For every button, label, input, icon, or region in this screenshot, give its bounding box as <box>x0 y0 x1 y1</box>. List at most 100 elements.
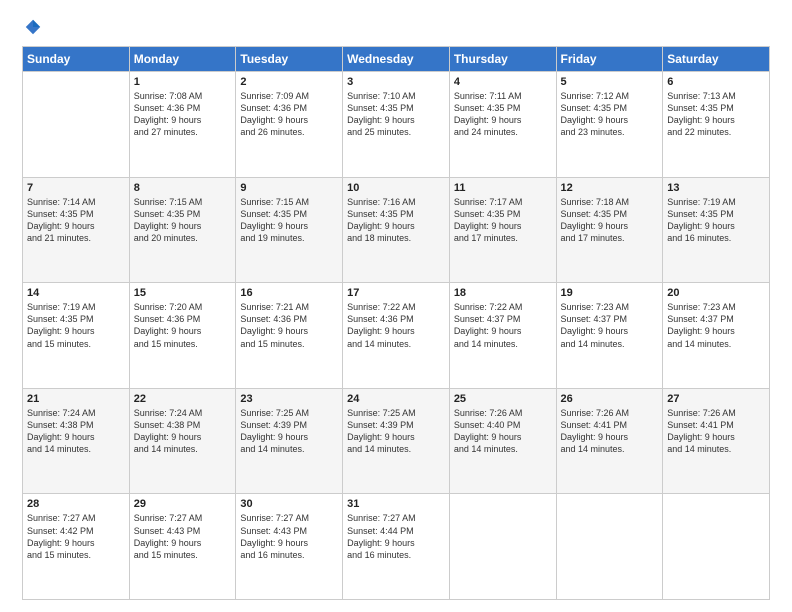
cell-info: Sunrise: 7:11 AMSunset: 4:35 PMDaylight:… <box>454 90 552 139</box>
calendar-cell: 25Sunrise: 7:26 AMSunset: 4:40 PMDayligh… <box>449 388 556 494</box>
day-number: 31 <box>347 498 445 510</box>
calendar-cell: 13 Sunrise: 7:19 AMSunset: 4:35 PMDayligh… <box>663 177 770 283</box>
day-number: 1 <box>134 76 232 88</box>
day-number: 26 <box>561 393 659 405</box>
calendar-day-header: Sunday <box>23 47 130 72</box>
calendar-cell: 10 Sunrise: 7:16 AMSunset: 4:35 PMDayligh… <box>343 177 450 283</box>
calendar-cell: 23 Sunrise: 7:25 AMSunset: 4:39 PMDayligh… <box>236 388 343 494</box>
calendar-cell: 22 Sunrise: 7:24 AMSunset: 4:38 PMDayligh… <box>129 388 236 494</box>
calendar-cell: 2 Sunrise: 7:09 AMSunset: 4:36 PMDaylight… <box>236 72 343 178</box>
logo <box>22 18 42 36</box>
cell-info: Sunrise: 7:23 AMSunset: 4:37 PMDaylight:… <box>667 301 765 350</box>
calendar-cell: 19 Sunrise: 7:23 AMSunset: 4:37 PMDayligh… <box>556 283 663 389</box>
cell-info: Sunrise: 7:14 AMSunset: 4:35 PMDaylight:… <box>27 196 125 245</box>
cell-info: Sunrise: 7:16 AMSunset: 4:35 PMDaylight:… <box>347 196 445 245</box>
calendar-day-header: Thursday <box>449 47 556 72</box>
calendar-cell <box>663 494 770 600</box>
cell-info: Sunrise: 7:26 AMSunset: 4:41 PMDaylight:… <box>667 407 765 456</box>
calendar-table: SundayMondayTuesdayWednesdayThursdayFrid… <box>22 46 770 600</box>
page: SundayMondayTuesdayWednesdayThursdayFrid… <box>0 0 792 612</box>
day-number: 28 <box>27 498 125 510</box>
day-number: 8 <box>134 182 232 194</box>
calendar-cell: 21Sunrise: 7:24 AMSunset: 4:38 PMDayligh… <box>23 388 130 494</box>
calendar-cell: 9 Sunrise: 7:15 AMSunset: 4:35 PMDaylight… <box>236 177 343 283</box>
day-number: 10 <box>347 182 445 194</box>
cell-info: Sunrise: 7:22 AMSunset: 4:37 PMDaylight:… <box>454 301 552 350</box>
day-number: 13 <box>667 182 765 194</box>
day-number: 18 <box>454 287 552 299</box>
cell-info: Sunrise: 7:19 AMSunset: 4:35 PMDaylight:… <box>27 301 125 350</box>
calendar-cell: 30 Sunrise: 7:27 AMSunset: 4:43 PMDayligh… <box>236 494 343 600</box>
cell-info: Sunrise: 7:20 AMSunset: 4:36 PMDaylight:… <box>134 301 232 350</box>
calendar-cell: 12Sunrise: 7:18 AMSunset: 4:35 PMDayligh… <box>556 177 663 283</box>
calendar-day-header: Tuesday <box>236 47 343 72</box>
day-number: 9 <box>240 182 338 194</box>
day-number: 27 <box>667 393 765 405</box>
day-number: 7 <box>27 182 125 194</box>
header <box>22 18 770 36</box>
day-number: 5 <box>561 76 659 88</box>
calendar-cell: 27 Sunrise: 7:26 AMSunset: 4:41 PMDayligh… <box>663 388 770 494</box>
calendar-cell: 24Sunrise: 7:25 AMSunset: 4:39 PMDayligh… <box>343 388 450 494</box>
calendar-week-row: 7 Sunrise: 7:14 AMSunset: 4:35 PMDaylight… <box>23 177 770 283</box>
calendar-cell: 3Sunrise: 7:10 AMSunset: 4:35 PMDaylight… <box>343 72 450 178</box>
calendar-cell: 26 Sunrise: 7:26 AMSunset: 4:41 PMDayligh… <box>556 388 663 494</box>
logo-icon <box>24 18 42 36</box>
day-number: 4 <box>454 76 552 88</box>
day-number: 2 <box>240 76 338 88</box>
cell-info: Sunrise: 7:26 AMSunset: 4:41 PMDaylight:… <box>561 407 659 456</box>
day-number: 19 <box>561 287 659 299</box>
calendar-cell <box>23 72 130 178</box>
calendar-cell: 8 Sunrise: 7:15 AMSunset: 4:35 PMDaylight… <box>129 177 236 283</box>
calendar-week-row: 14Sunrise: 7:19 AMSunset: 4:35 PMDayligh… <box>23 283 770 389</box>
cell-info: Sunrise: 7:13 AMSunset: 4:35 PMDaylight:… <box>667 90 765 139</box>
cell-info: Sunrise: 7:17 AMSunset: 4:35 PMDaylight:… <box>454 196 552 245</box>
cell-info: Sunrise: 7:22 AMSunset: 4:36 PMDaylight:… <box>347 301 445 350</box>
cell-info: Sunrise: 7:15 AMSunset: 4:35 PMDaylight:… <box>134 196 232 245</box>
day-number: 22 <box>134 393 232 405</box>
calendar-cell: 6 Sunrise: 7:13 AMSunset: 4:35 PMDaylight… <box>663 72 770 178</box>
cell-info: Sunrise: 7:08 AMSunset: 4:36 PMDaylight:… <box>134 90 232 139</box>
day-number: 20 <box>667 287 765 299</box>
calendar-day-header: Monday <box>129 47 236 72</box>
cell-info: Sunrise: 7:26 AMSunset: 4:40 PMDaylight:… <box>454 407 552 456</box>
calendar-cell: 7 Sunrise: 7:14 AMSunset: 4:35 PMDaylight… <box>23 177 130 283</box>
day-number: 30 <box>240 498 338 510</box>
day-number: 6 <box>667 76 765 88</box>
day-number: 21 <box>27 393 125 405</box>
calendar-cell: 31Sunrise: 7:27 AMSunset: 4:44 PMDayligh… <box>343 494 450 600</box>
calendar-week-row: 28Sunrise: 7:27 AMSunset: 4:42 PMDayligh… <box>23 494 770 600</box>
cell-info: Sunrise: 7:10 AMSunset: 4:35 PMDaylight:… <box>347 90 445 139</box>
day-number: 17 <box>347 287 445 299</box>
cell-info: Sunrise: 7:18 AMSunset: 4:35 PMDaylight:… <box>561 196 659 245</box>
cell-info: Sunrise: 7:24 AMSunset: 4:38 PMDaylight:… <box>134 407 232 456</box>
calendar-cell: 20 Sunrise: 7:23 AMSunset: 4:37 PMDayligh… <box>663 283 770 389</box>
day-number: 16 <box>240 287 338 299</box>
cell-info: Sunrise: 7:19 AMSunset: 4:35 PMDaylight:… <box>667 196 765 245</box>
calendar-cell: 5 Sunrise: 7:12 AMSunset: 4:35 PMDaylight… <box>556 72 663 178</box>
calendar-cell: 29Sunrise: 7:27 AMSunset: 4:43 PMDayligh… <box>129 494 236 600</box>
calendar-cell <box>556 494 663 600</box>
calendar-cell: 18 Sunrise: 7:22 AMSunset: 4:37 PMDayligh… <box>449 283 556 389</box>
calendar-header-row: SundayMondayTuesdayWednesdayThursdayFrid… <box>23 47 770 72</box>
calendar-day-header: Friday <box>556 47 663 72</box>
cell-info: Sunrise: 7:23 AMSunset: 4:37 PMDaylight:… <box>561 301 659 350</box>
calendar-cell: 28Sunrise: 7:27 AMSunset: 4:42 PMDayligh… <box>23 494 130 600</box>
cell-info: Sunrise: 7:25 AMSunset: 4:39 PMDaylight:… <box>240 407 338 456</box>
calendar-cell: 14Sunrise: 7:19 AMSunset: 4:35 PMDayligh… <box>23 283 130 389</box>
day-number: 15 <box>134 287 232 299</box>
calendar-day-header: Wednesday <box>343 47 450 72</box>
calendar-cell: 17 Sunrise: 7:22 AMSunset: 4:36 PMDayligh… <box>343 283 450 389</box>
day-number: 23 <box>240 393 338 405</box>
calendar-cell: 1 Sunrise: 7:08 AMSunset: 4:36 PMDaylight… <box>129 72 236 178</box>
calendar-cell: 15 Sunrise: 7:20 AMSunset: 4:36 PMDayligh… <box>129 283 236 389</box>
cell-info: Sunrise: 7:15 AMSunset: 4:35 PMDaylight:… <box>240 196 338 245</box>
day-number: 11 <box>454 182 552 194</box>
cell-info: Sunrise: 7:21 AMSunset: 4:36 PMDaylight:… <box>240 301 338 350</box>
calendar-day-header: Saturday <box>663 47 770 72</box>
calendar-cell: 16 Sunrise: 7:21 AMSunset: 4:36 PMDayligh… <box>236 283 343 389</box>
cell-info: Sunrise: 7:12 AMSunset: 4:35 PMDaylight:… <box>561 90 659 139</box>
cell-info: Sunrise: 7:09 AMSunset: 4:36 PMDaylight:… <box>240 90 338 139</box>
calendar-cell: 11 Sunrise: 7:17 AMSunset: 4:35 PMDayligh… <box>449 177 556 283</box>
cell-info: Sunrise: 7:27 AMSunset: 4:43 PMDaylight:… <box>240 512 338 561</box>
